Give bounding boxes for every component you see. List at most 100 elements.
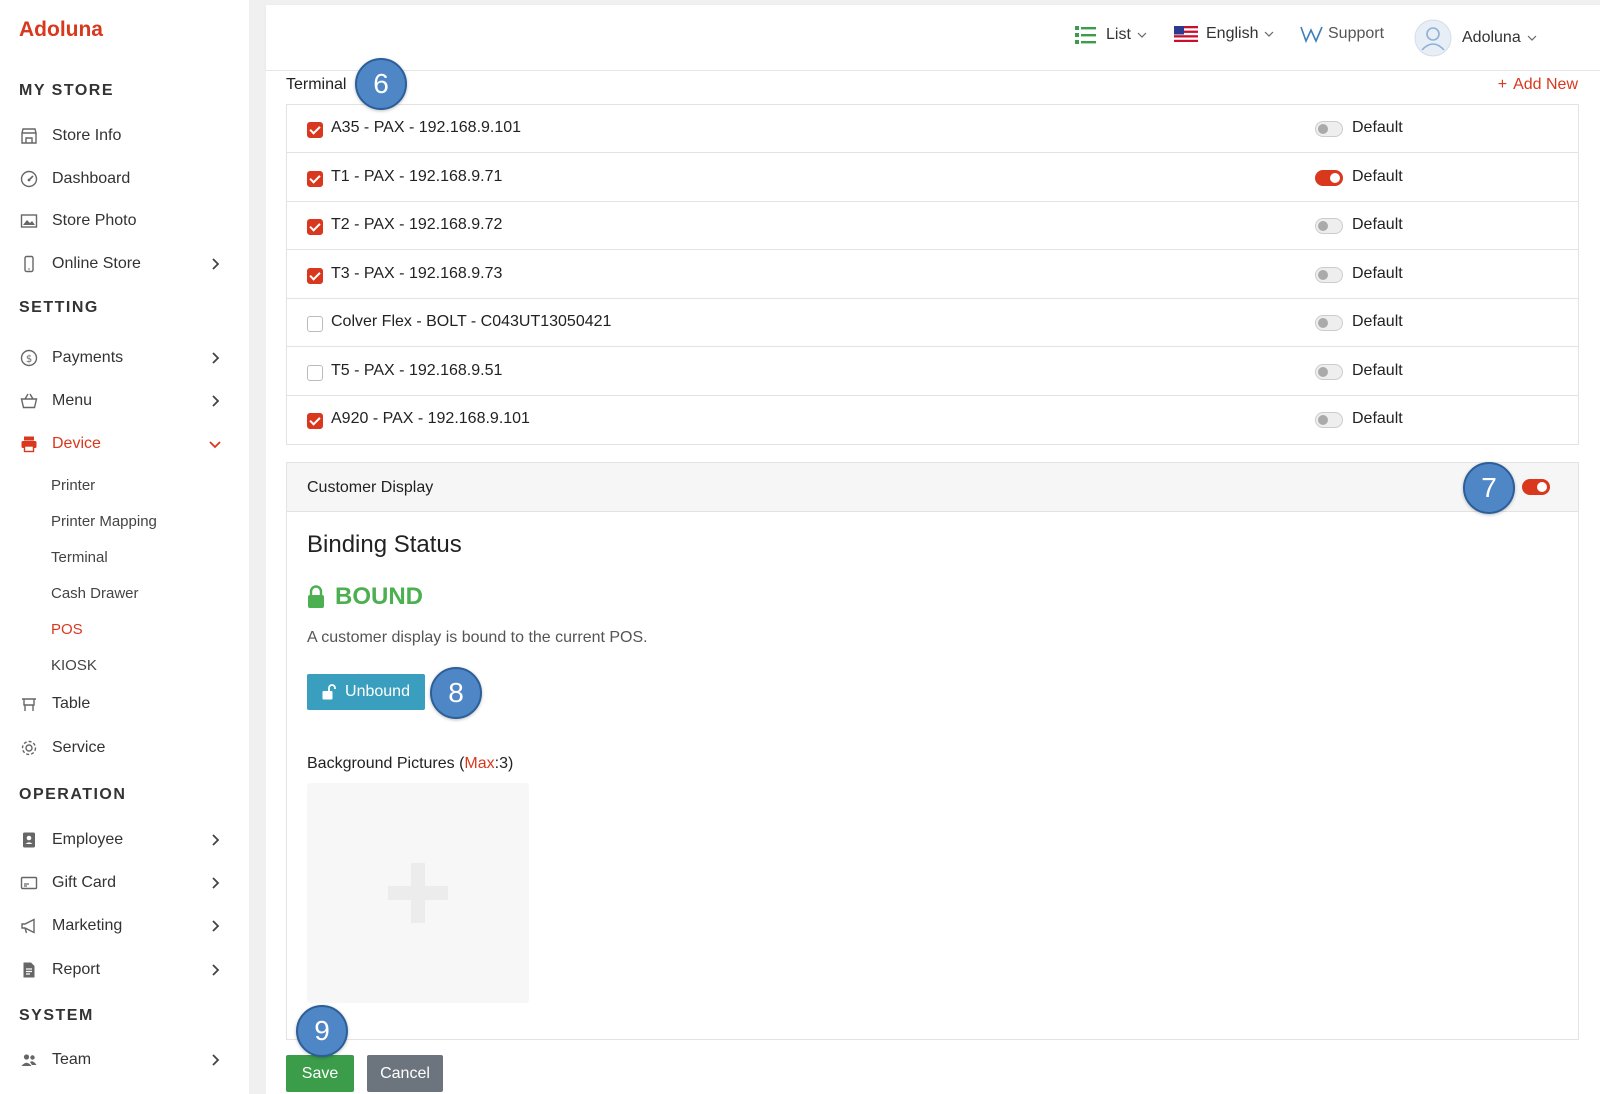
brand-logo[interactable]: Adoluna — [19, 18, 103, 42]
us-flag-icon — [1174, 26, 1198, 42]
terminal-checkbox[interactable] — [307, 267, 323, 284]
save-button[interactable]: Save — [286, 1055, 354, 1092]
add-new-label: Add New — [1513, 76, 1578, 93]
sidebar-item-device[interactable]: Device — [19, 429, 229, 459]
user-name-label: Adoluna — [1462, 29, 1521, 46]
terminal-row: A35 - PAX - 192.168.9.101 Default — [287, 105, 1578, 153]
sidebar-item-report[interactable]: Report — [19, 955, 229, 985]
sidebar-subitem-terminal[interactable]: Terminal — [51, 549, 108, 566]
sidebar-item-dashboard[interactable]: Dashboard — [19, 164, 229, 194]
sidebar-subitem-pos[interactable]: POS — [51, 621, 83, 638]
card-icon — [19, 873, 39, 893]
customer-display-title: Customer Display — [307, 479, 434, 496]
sidebar-subitem-printer-mapping[interactable]: Printer Mapping — [51, 513, 157, 530]
terminal-name: T1 - PAX - 192.168.9.71 — [331, 167, 503, 185]
step-marker-7: 7 — [1463, 462, 1515, 514]
store-icon — [19, 126, 39, 146]
terminal-checkbox[interactable] — [307, 219, 323, 235]
sidebar-item-menu[interactable]: Menu — [19, 386, 229, 416]
avatar-icon — [1414, 19, 1452, 57]
default-toggle[interactable] — [1315, 266, 1343, 283]
sidebar-item-table[interactable]: Table — [19, 689, 229, 719]
chevron-right-icon — [212, 834, 220, 846]
bg-label-suffix: :3) — [494, 755, 514, 772]
terminal-checkbox[interactable] — [307, 170, 323, 187]
background-pictures-label: Background Pictures (Max:3) — [307, 755, 513, 773]
terminal-row: T5 - PAX - 192.168.9.51 Default — [287, 348, 1578, 396]
default-toggle[interactable] — [1315, 363, 1343, 380]
terminal-row: A920 - PAX - 192.168.9.101 Default — [287, 396, 1578, 444]
add-new-terminal-button[interactable]: + Add New — [1498, 76, 1578, 94]
unlock-icon — [322, 684, 336, 700]
sidebar-item-service[interactable]: Service — [19, 733, 229, 763]
section-system: SYSTEM — [19, 1007, 94, 1024]
sidebar-item-label: Service — [52, 739, 106, 756]
bg-label-prefix: Background Pictures ( — [307, 755, 465, 772]
terminal-checkbox[interactable] — [307, 122, 323, 138]
customer-display-panel: Customer Display Binding Status BOUND A … — [286, 462, 1579, 1040]
terminal-checkbox[interactable] — [307, 413, 323, 429]
terminal-name: T2 - PAX - 192.168.9.72 — [331, 216, 503, 233]
language-dropdown[interactable]: English — [1174, 25, 1274, 43]
binding-status-badge: BOUND — [307, 583, 423, 611]
sidebar: Adoluna MY STORE Store Info Dashboard St… — [0, 0, 249, 1094]
chevron-down-icon — [209, 441, 221, 449]
customer-display-toggle[interactable] — [1522, 479, 1550, 495]
sidebar-item-team[interactable]: Team — [19, 1045, 229, 1075]
sidebar-item-payments[interactable]: $ Payments — [19, 343, 229, 373]
sidebar-item-store-info[interactable]: Store Info — [19, 121, 229, 151]
chevron-right-icon — [212, 395, 220, 407]
sidebar-item-marketing[interactable]: Marketing — [19, 911, 229, 941]
background-picture-upload[interactable] — [307, 783, 529, 1003]
default-toggle[interactable] — [1315, 169, 1343, 186]
chevron-right-icon — [212, 877, 220, 889]
binding-status-text: BOUND — [335, 583, 423, 610]
sidebar-subitem-printer[interactable]: Printer — [51, 477, 95, 494]
default-label: Default — [1352, 264, 1403, 282]
printer-icon — [19, 434, 39, 454]
sidebar-item-label: Marketing — [52, 917, 123, 934]
sidebar-item-label: Team — [52, 1051, 92, 1068]
binding-description: A customer display is bound to the curre… — [307, 629, 648, 646]
cancel-button[interactable]: Cancel — [367, 1055, 443, 1092]
sidebar-subitem-kiosk[interactable]: KIOSK — [51, 657, 97, 674]
sidebar-item-employee[interactable]: Employee — [19, 825, 229, 855]
default-toggle[interactable] — [1315, 412, 1343, 428]
step-marker-9: 9 — [296, 1005, 348, 1057]
terminal-checkbox[interactable] — [307, 364, 323, 381]
unbound-button[interactable]: Unbound — [307, 674, 425, 710]
default-toggle[interactable] — [1315, 218, 1343, 234]
terminal-name: T5 - PAX - 192.168.9.51 — [331, 361, 503, 379]
terminal-checkbox[interactable] — [307, 316, 323, 332]
terminal-row: Colver Flex - BOLT - C043UT13050421 Defau… — [287, 299, 1578, 347]
support-label: Support — [1328, 25, 1385, 42]
top-header: List English Support Adoluna — [266, 5, 1600, 71]
terminal-section-title: Terminal — [286, 76, 347, 93]
default-toggle[interactable] — [1315, 315, 1343, 331]
user-menu-dropdown[interactable]: Adoluna — [1414, 19, 1537, 57]
default-label: Default — [1352, 167, 1403, 185]
team-users-icon — [19, 1050, 39, 1070]
megaphone-icon — [19, 916, 39, 936]
section-my-store: MY STORE — [19, 82, 114, 99]
terminal-row: T3 - PAX - 192.168.9.73 Default — [287, 251, 1578, 299]
sidebar-item-gift-card[interactable]: Gift Card — [19, 868, 229, 898]
id-badge-icon — [19, 830, 39, 850]
chevron-right-icon — [212, 258, 220, 270]
sidebar-item-store-photo[interactable]: Store Photo — [19, 206, 229, 236]
terminal-row: T1 - PAX - 192.168.9.71 Default — [287, 154, 1578, 202]
sidebar-item-label: Employee — [52, 831, 124, 848]
report-document-icon — [19, 960, 39, 980]
chevron-right-icon — [212, 920, 220, 932]
sidebar-item-label: Report — [52, 961, 101, 978]
default-toggle[interactable] — [1315, 121, 1343, 137]
sidebar-item-online-store[interactable]: Online Store — [19, 249, 229, 279]
default-label: Default — [1352, 410, 1403, 427]
default-label: Default — [1352, 216, 1403, 233]
sidebar-item-label: Store Info — [52, 127, 122, 144]
support-link[interactable]: Support — [1300, 25, 1384, 43]
list-label: List — [1106, 26, 1131, 43]
table-chair-icon — [19, 694, 39, 714]
sidebar-subitem-cash-drawer[interactable]: Cash Drawer — [51, 585, 139, 602]
view-list-dropdown[interactable]: List — [1075, 25, 1147, 45]
